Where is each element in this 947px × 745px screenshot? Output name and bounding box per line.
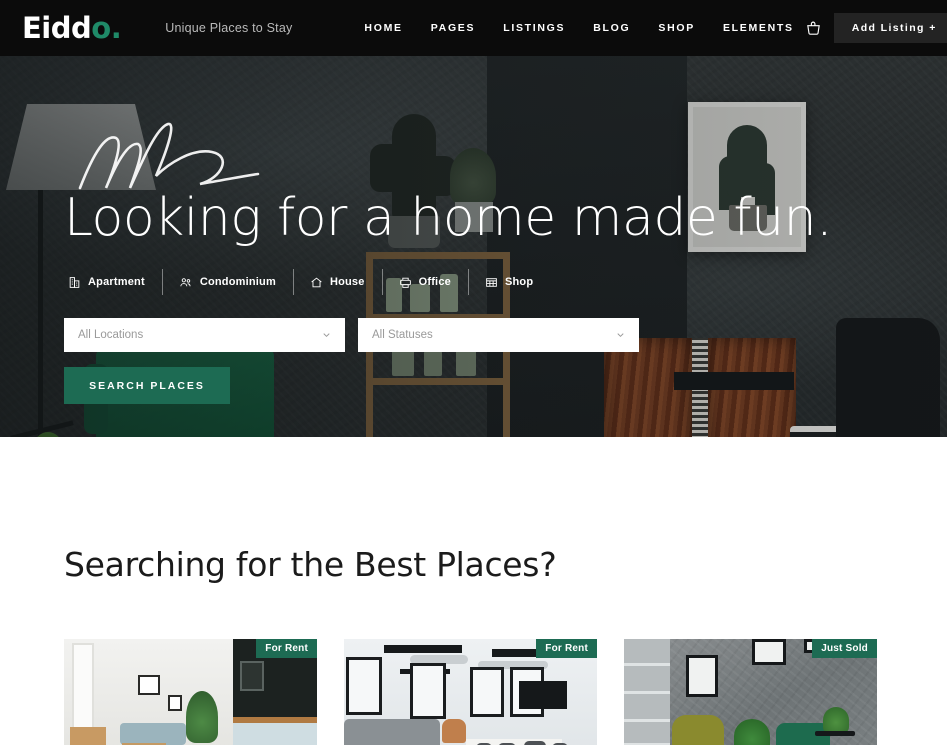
category-tab-house[interactable]: House — [292, 269, 382, 295]
section-title: Searching for the Best Places? — [64, 545, 557, 584]
site-tagline: Unique Places to Stay — [165, 21, 293, 35]
main-navigation: HOME PAGES LISTINGS BLOG SHOP ELEMENTS — [364, 22, 793, 34]
office-printer-icon — [399, 277, 411, 288]
property-card[interactable]: Just Sold — [624, 639, 877, 745]
nav-item-home[interactable]: HOME — [364, 22, 402, 34]
category-label-office: Office — [418, 276, 451, 288]
category-tab-shop[interactable]: Shop — [467, 269, 550, 295]
nav-item-elements[interactable]: ELEMENTS — [723, 22, 794, 34]
site-logo[interactable]: Eiddo. — [22, 10, 122, 45]
logo-main-text: Eidd — [22, 10, 92, 45]
status-select-value: All Statuses — [372, 329, 433, 341]
add-listing-button[interactable]: Add Listing + — [833, 13, 947, 43]
hero-section: Looking for a home made fun. Apartment C… — [0, 56, 947, 437]
nav-item-pages[interactable]: PAGES — [431, 22, 475, 34]
basket-icon — [807, 21, 821, 35]
status-badge: For Rent — [256, 639, 317, 658]
apartment-building-icon — [69, 276, 80, 288]
category-tab-office[interactable]: Office — [381, 269, 468, 295]
hero-title: Looking for a home made fun. — [64, 188, 833, 248]
logo-accent-text: o. — [91, 10, 122, 45]
category-label-house: House — [329, 276, 365, 288]
category-tab-apartment[interactable]: Apartment — [64, 271, 162, 293]
search-filters: All Locations All Statuses — [64, 318, 639, 352]
cart-button[interactable] — [794, 20, 834, 37]
category-label-shop: Shop — [504, 276, 534, 288]
header-actions: Add Listing + — [794, 0, 947, 56]
nav-item-blog[interactable]: BLOG — [593, 22, 630, 34]
category-tab-condominium[interactable]: Condominium — [161, 269, 293, 295]
chevron-down-icon — [323, 333, 330, 338]
people-group-icon — [180, 277, 191, 286]
status-select[interactable]: All Statuses — [358, 318, 639, 352]
property-category-tabs: Apartment Condominium House Office Shop — [64, 269, 550, 295]
house-icon — [311, 277, 322, 287]
property-card[interactable]: For Rent — [344, 639, 597, 745]
search-places-button[interactable]: SEARCH PLACES — [64, 367, 230, 404]
location-select[interactable]: All Locations — [64, 318, 345, 352]
site-header: Eiddo. Unique Places to Stay HOME PAGES … — [0, 0, 947, 56]
property-card-list: For Rent For Rent Just Sold — [64, 639, 947, 745]
property-card[interactable]: For Rent — [64, 639, 317, 745]
category-label-apartment: Apartment — [88, 276, 145, 288]
shop-grid-icon — [486, 277, 497, 287]
category-label-condominium: Condominium — [199, 276, 276, 288]
location-select-value: All Locations — [78, 329, 144, 341]
nav-item-shop[interactable]: SHOP — [658, 22, 695, 34]
status-badge: For Rent — [536, 639, 597, 658]
main-content: Searching for the Best Places? For Rent — [0, 545, 947, 745]
chevron-down-icon — [617, 333, 624, 338]
status-badge: Just Sold — [812, 639, 877, 658]
nav-item-listings[interactable]: LISTINGS — [503, 22, 565, 34]
